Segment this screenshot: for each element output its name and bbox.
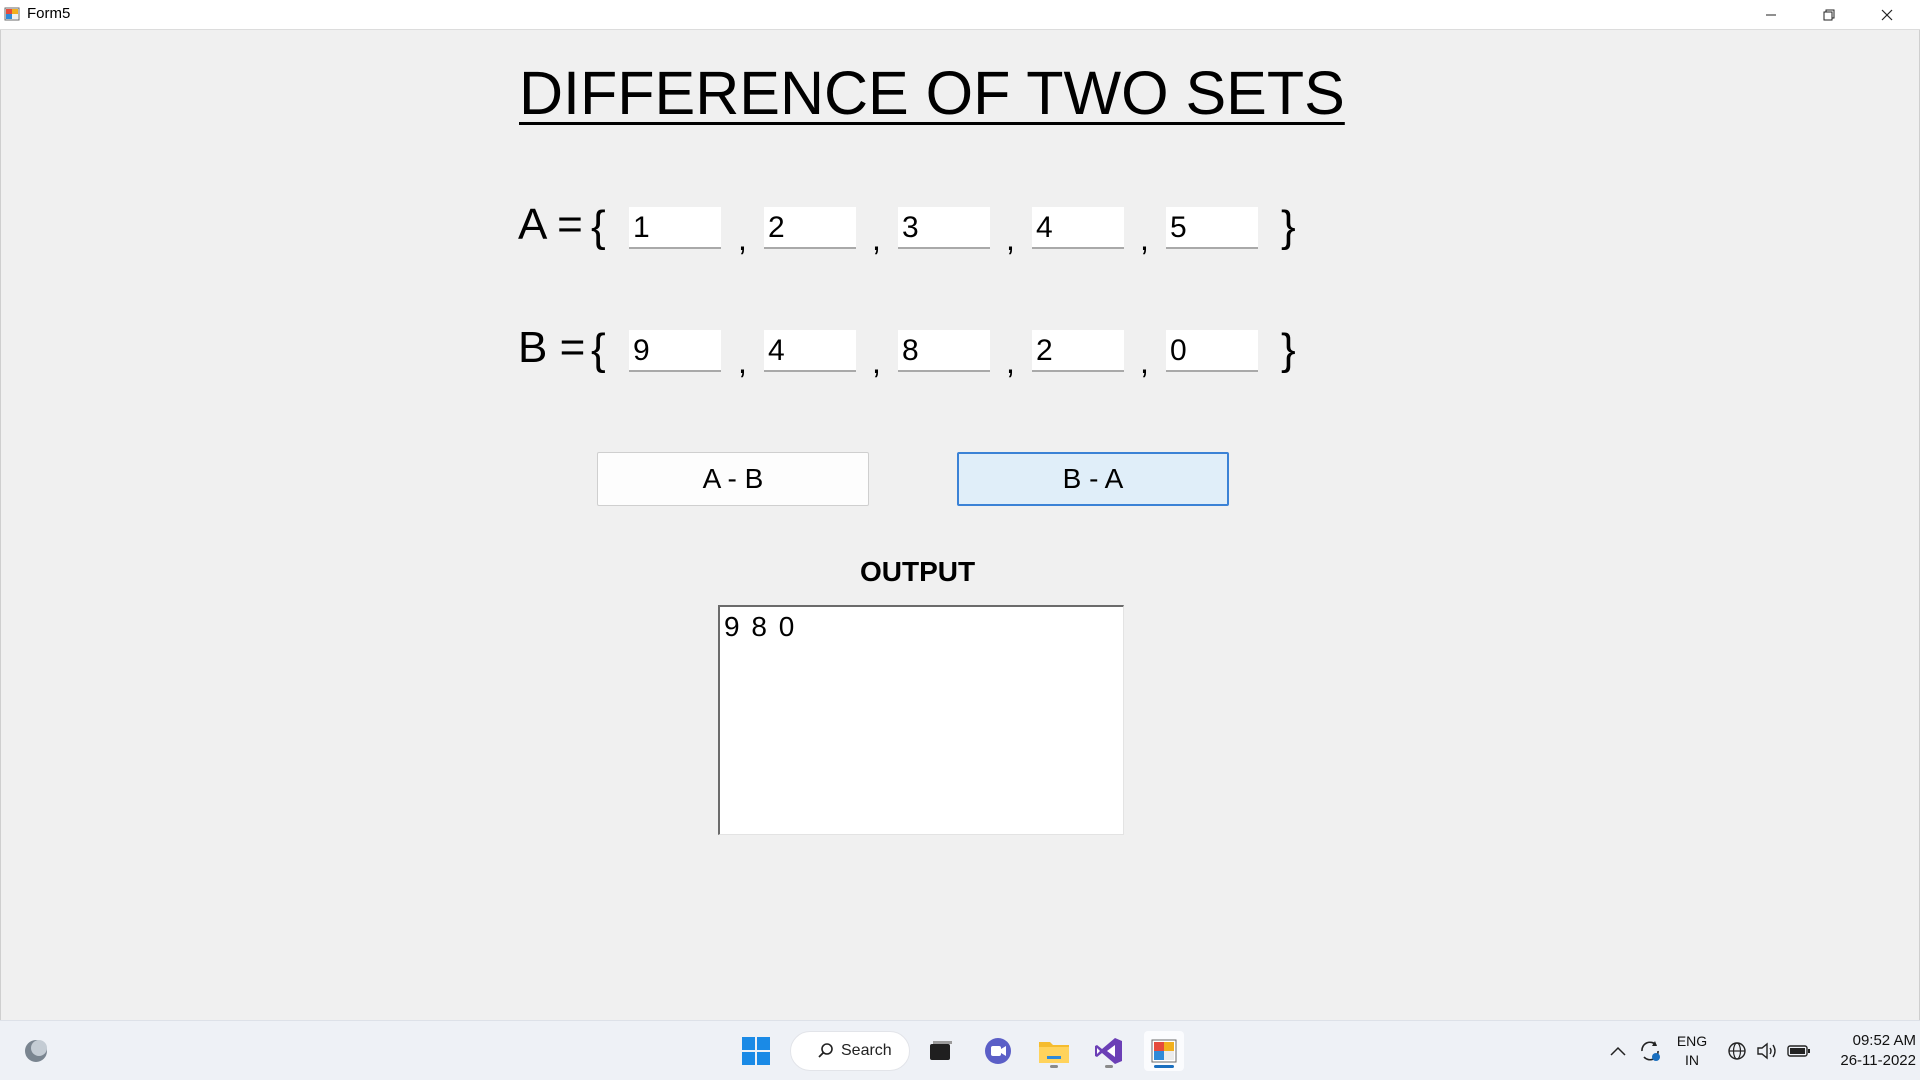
set-a-open-brace: { — [591, 202, 606, 251]
teams-chat-button[interactable] — [978, 1031, 1018, 1071]
show-hidden-icons-button[interactable] — [1606, 1031, 1630, 1071]
battery-icon — [1787, 1045, 1810, 1057]
restore-icon — [1823, 9, 1835, 20]
output-textbox[interactable]: 9 8 0 — [718, 605, 1124, 835]
taskbar-search-box[interactable]: Search — [790, 1031, 910, 1071]
set-a-element-5[interactable] — [1166, 207, 1258, 249]
teams-chat-icon — [985, 1038, 1011, 1064]
form-app-icon — [4, 6, 20, 22]
file-explorer-button[interactable] — [1034, 1031, 1074, 1071]
start-button[interactable] — [736, 1031, 776, 1071]
b-minus-a-button[interactable]: B - A — [957, 452, 1229, 506]
network-button[interactable] — [1724, 1031, 1750, 1071]
language-code: ENG — [1676, 1033, 1708, 1049]
set-a-comma-1: , — [738, 221, 747, 257]
page-title: DIFFERENCE OF TWO SETS — [519, 59, 1345, 127]
close-button[interactable] — [1858, 0, 1916, 29]
minimize-button[interactable] — [1742, 0, 1800, 29]
window-title: Form5 — [27, 5, 71, 22]
set-a-comma-4: , — [1140, 221, 1149, 257]
set-a-element-4[interactable] — [1032, 207, 1124, 249]
set-b-comma-1: , — [738, 344, 747, 380]
onedrive-sync-button[interactable] — [1636, 1031, 1664, 1071]
input-language-indicator[interactable]: ENG IN — [1670, 1032, 1714, 1070]
taskbar-clock[interactable]: 09:52 AM 26-11-2022 — [1818, 1031, 1916, 1071]
set-b-element-3[interactable] — [898, 330, 990, 372]
a-minus-b-button[interactable]: A - B — [597, 452, 869, 506]
battery-button[interactable] — [1784, 1031, 1814, 1071]
set-b-element-5[interactable] — [1166, 330, 1258, 372]
region-code: IN — [1685, 1052, 1699, 1068]
taskbar: Search ENG IN 09:52 AM 26-11-2022 — [0, 1020, 1920, 1080]
set-a-element-2[interactable] — [764, 207, 856, 249]
set-a-comma-2: , — [872, 221, 881, 257]
folder-icon — [1039, 1042, 1069, 1063]
network-globe-icon — [1728, 1042, 1746, 1060]
weather-widget-icon — [25, 1040, 47, 1062]
output-label: OUTPUT — [860, 556, 976, 587]
speaker-icon — [1757, 1042, 1776, 1060]
set-b-close-brace: } — [1281, 325, 1296, 374]
task-view-icon — [930, 1041, 952, 1060]
running-indicator — [1050, 1065, 1058, 1068]
set-a-comma-3: , — [1006, 221, 1015, 257]
task-view-button[interactable] — [921, 1031, 961, 1071]
form5-app-button[interactable] — [1144, 1031, 1184, 1071]
form-app-icon — [1151, 1039, 1177, 1063]
set-b-element-1[interactable] — [629, 330, 721, 372]
clock-date: 26-11-2022 — [1840, 1052, 1916, 1069]
set-b-comma-4: , — [1140, 344, 1149, 380]
set-b-element-4[interactable] — [1032, 330, 1124, 372]
set-a-label: A = — [518, 200, 583, 249]
set-a-close-brace: } — [1281, 202, 1296, 251]
widgets-button[interactable] — [16, 1031, 56, 1071]
set-b-comma-2: , — [872, 344, 881, 380]
visual-studio-icon — [1095, 1038, 1122, 1064]
taskbar-search-label: Search — [841, 1042, 892, 1059]
close-icon — [1881, 9, 1893, 20]
volume-button[interactable] — [1754, 1031, 1780, 1071]
search-icon — [818, 1043, 833, 1058]
set-b-element-2[interactable] — [764, 330, 856, 372]
set-b-comma-3: , — [1006, 344, 1015, 380]
restore-button[interactable] — [1800, 0, 1858, 29]
running-indicator — [1105, 1065, 1113, 1068]
minimize-icon — [1766, 14, 1776, 15]
set-a-element-1[interactable] — [629, 207, 721, 249]
clock-time: 09:52 AM — [1852, 1032, 1916, 1049]
chevron-up-icon — [1610, 1046, 1626, 1056]
window-titlebar: Form5 — [0, 0, 1920, 30]
sync-icon — [1641, 1041, 1660, 1061]
set-a-element-3[interactable] — [898, 207, 990, 249]
set-b-label: B = — [518, 323, 586, 372]
active-app-indicator — [1154, 1065, 1174, 1068]
form-client-area: DIFFERENCE OF TWO SETS A = { , , , , } B… — [0, 30, 1920, 1020]
set-b-open-brace: { — [591, 325, 606, 374]
visual-studio-button[interactable] — [1089, 1031, 1129, 1071]
windows-start-icon — [742, 1037, 770, 1065]
